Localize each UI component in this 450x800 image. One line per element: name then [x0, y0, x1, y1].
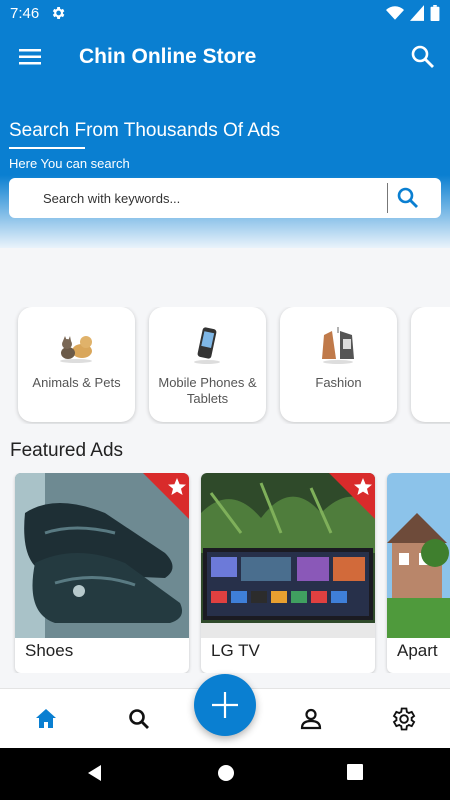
- featured-ads-list: Shoes LG TV Apart: [0, 473, 450, 673]
- home-system-icon[interactable]: [216, 763, 236, 788]
- ad-card-apartment[interactable]: Apart: [387, 473, 450, 673]
- ad-title: Apart: [397, 641, 438, 660]
- category-fashion[interactable]: Fashion: [280, 307, 397, 422]
- search-icon[interactable]: [125, 705, 153, 733]
- search-bar: [9, 178, 441, 218]
- profile-icon[interactable]: [297, 705, 325, 733]
- ad-card-lg-tv[interactable]: LG TV: [201, 473, 375, 673]
- category-label: Animals & Pets: [32, 375, 121, 390]
- category-mobile-phones[interactable]: Mobile Phones & Tablets: [149, 307, 266, 422]
- status-icons: [386, 5, 440, 26]
- hero-subtitle: Here You can search: [9, 156, 130, 171]
- menu-icon[interactable]: [12, 41, 48, 73]
- hero-title: Search From Thousands Of Ads: [9, 120, 281, 141]
- battery-icon: [430, 5, 440, 26]
- ad-title: Shoes: [25, 641, 74, 660]
- hero-underline: [9, 147, 85, 149]
- search-icon[interactable]: [408, 42, 438, 72]
- category-list: Animals & Pets Mobile Phones & Tablets F…: [0, 307, 450, 424]
- pets-icon: [56, 325, 96, 365]
- signal-icon: [410, 5, 424, 26]
- featured-badge-icon: [143, 473, 189, 519]
- ad-image: [387, 473, 450, 638]
- search-submit-icon[interactable]: [395, 185, 421, 211]
- category-animals-pets[interactable]: Animals & Pets: [18, 307, 135, 422]
- category-more[interactable]: [411, 307, 450, 422]
- featured-badge-icon: [329, 473, 375, 519]
- search-input[interactable]: [43, 186, 383, 210]
- home-icon[interactable]: [32, 705, 60, 733]
- settings-status-icon: [50, 5, 66, 26]
- status-bar: 7:46: [0, 0, 450, 28]
- featured-ads-title: Featured Ads: [10, 440, 124, 461]
- phone-icon: [187, 325, 227, 365]
- app-title: Chin Online Store: [79, 45, 257, 68]
- recents-icon[interactable]: [346, 763, 364, 786]
- status-time: 7:46: [10, 5, 40, 22]
- hero-section: Search From Thousands Of Ads Here You ca…: [0, 86, 450, 248]
- wifi-icon: [386, 5, 404, 26]
- ad-title: LG TV: [211, 641, 260, 660]
- settings-icon[interactable]: [389, 705, 417, 733]
- back-icon[interactable]: [85, 763, 105, 788]
- category-label: Mobile Phones & Tablets: [158, 375, 257, 406]
- fashion-icon: [318, 325, 358, 365]
- app-bar: Chin Online Store: [0, 28, 450, 86]
- category-label: Fashion: [315, 375, 362, 390]
- add-ad-button[interactable]: [194, 674, 256, 736]
- add-icon: [212, 692, 238, 718]
- ad-card-shoes[interactable]: Shoes: [15, 473, 189, 673]
- system-navigation-bar: [0, 748, 450, 800]
- search-divider: [387, 183, 388, 213]
